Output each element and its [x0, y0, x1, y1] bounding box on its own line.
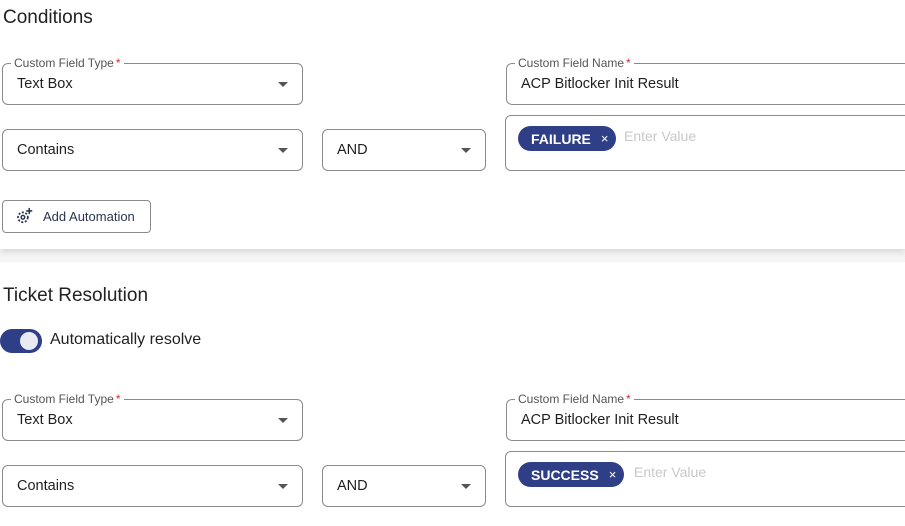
custom-field-name-value: ACP Bitlocker Init Result	[521, 412, 679, 428]
value-placeholder: Enter Value	[634, 464, 707, 480]
custom-field-name-legend: Custom Field Name *	[515, 56, 634, 70]
custom-field-name-legend: Custom Field Name *	[515, 392, 634, 406]
custom-field-type-legend: Custom Field Type *	[11, 392, 124, 406]
custom-field-type-value: Text Box	[17, 412, 73, 428]
chevron-down-icon	[278, 484, 288, 489]
logic-value: AND	[337, 142, 368, 158]
value-chip-label: FAILURE	[531, 130, 591, 147]
close-icon[interactable]: ×	[601, 131, 609, 146]
conditions-title: Conditions	[3, 7, 93, 28]
value-chip[interactable]: SUCCESS ×	[518, 462, 625, 487]
operator-value: Contains	[17, 142, 75, 158]
operator-select[interactable]: Contains	[2, 129, 303, 171]
operator-value: Contains	[17, 478, 75, 494]
resolution-value-input[interactable]: SUCCESS × Enter Value	[505, 451, 905, 507]
toggle-knob	[20, 332, 38, 350]
conditions-card: Conditions Custom Field Type * Text Box C…	[0, 0, 905, 249]
ticket-resolution-title: Ticket Resolution	[3, 285, 149, 306]
value-chip[interactable]: FAILURE ×	[518, 126, 617, 151]
resolution-operator-select[interactable]: Contains	[2, 465, 303, 507]
logic-select[interactable]: AND	[322, 129, 486, 171]
logic-value: AND	[337, 478, 368, 494]
value-input[interactable]: FAILURE × Enter Value	[505, 115, 905, 171]
chevron-down-icon	[278, 418, 288, 423]
auto-resolve-label: Automatically resolve	[50, 331, 202, 348]
custom-field-name-value: ACP Bitlocker Init Result	[521, 76, 679, 92]
chevron-down-icon	[278, 148, 288, 153]
custom-field-type-value: Text Box	[17, 76, 73, 92]
custom-field-type-select[interactable]: Custom Field Type * Text Box	[2, 56, 303, 105]
chevron-down-icon	[461, 484, 471, 489]
resolution-custom-field-type-select[interactable]: Custom Field Type * Text Box	[2, 392, 303, 441]
chevron-down-icon	[278, 82, 288, 87]
gear-icon	[17, 207, 33, 224]
resolution-custom-field-name-select[interactable]: Custom Field Name * ACP Bitlocker Init Re…	[506, 392, 905, 441]
add-automation-button[interactable]: Add Automation	[2, 200, 151, 233]
chevron-down-icon	[461, 148, 471, 153]
custom-field-type-legend: Custom Field Type *	[11, 56, 124, 70]
value-placeholder: Enter Value	[624, 128, 697, 144]
resolution-logic-select[interactable]: AND	[322, 465, 486, 507]
custom-field-name-select[interactable]: Custom Field Name * ACP Bitlocker Init Re…	[506, 56, 905, 105]
add-automation-label: Add Automation	[43, 209, 135, 224]
auto-resolve-toggle[interactable]	[0, 329, 42, 353]
value-chip-label: SUCCESS	[531, 466, 599, 483]
close-icon[interactable]: ×	[609, 467, 617, 482]
